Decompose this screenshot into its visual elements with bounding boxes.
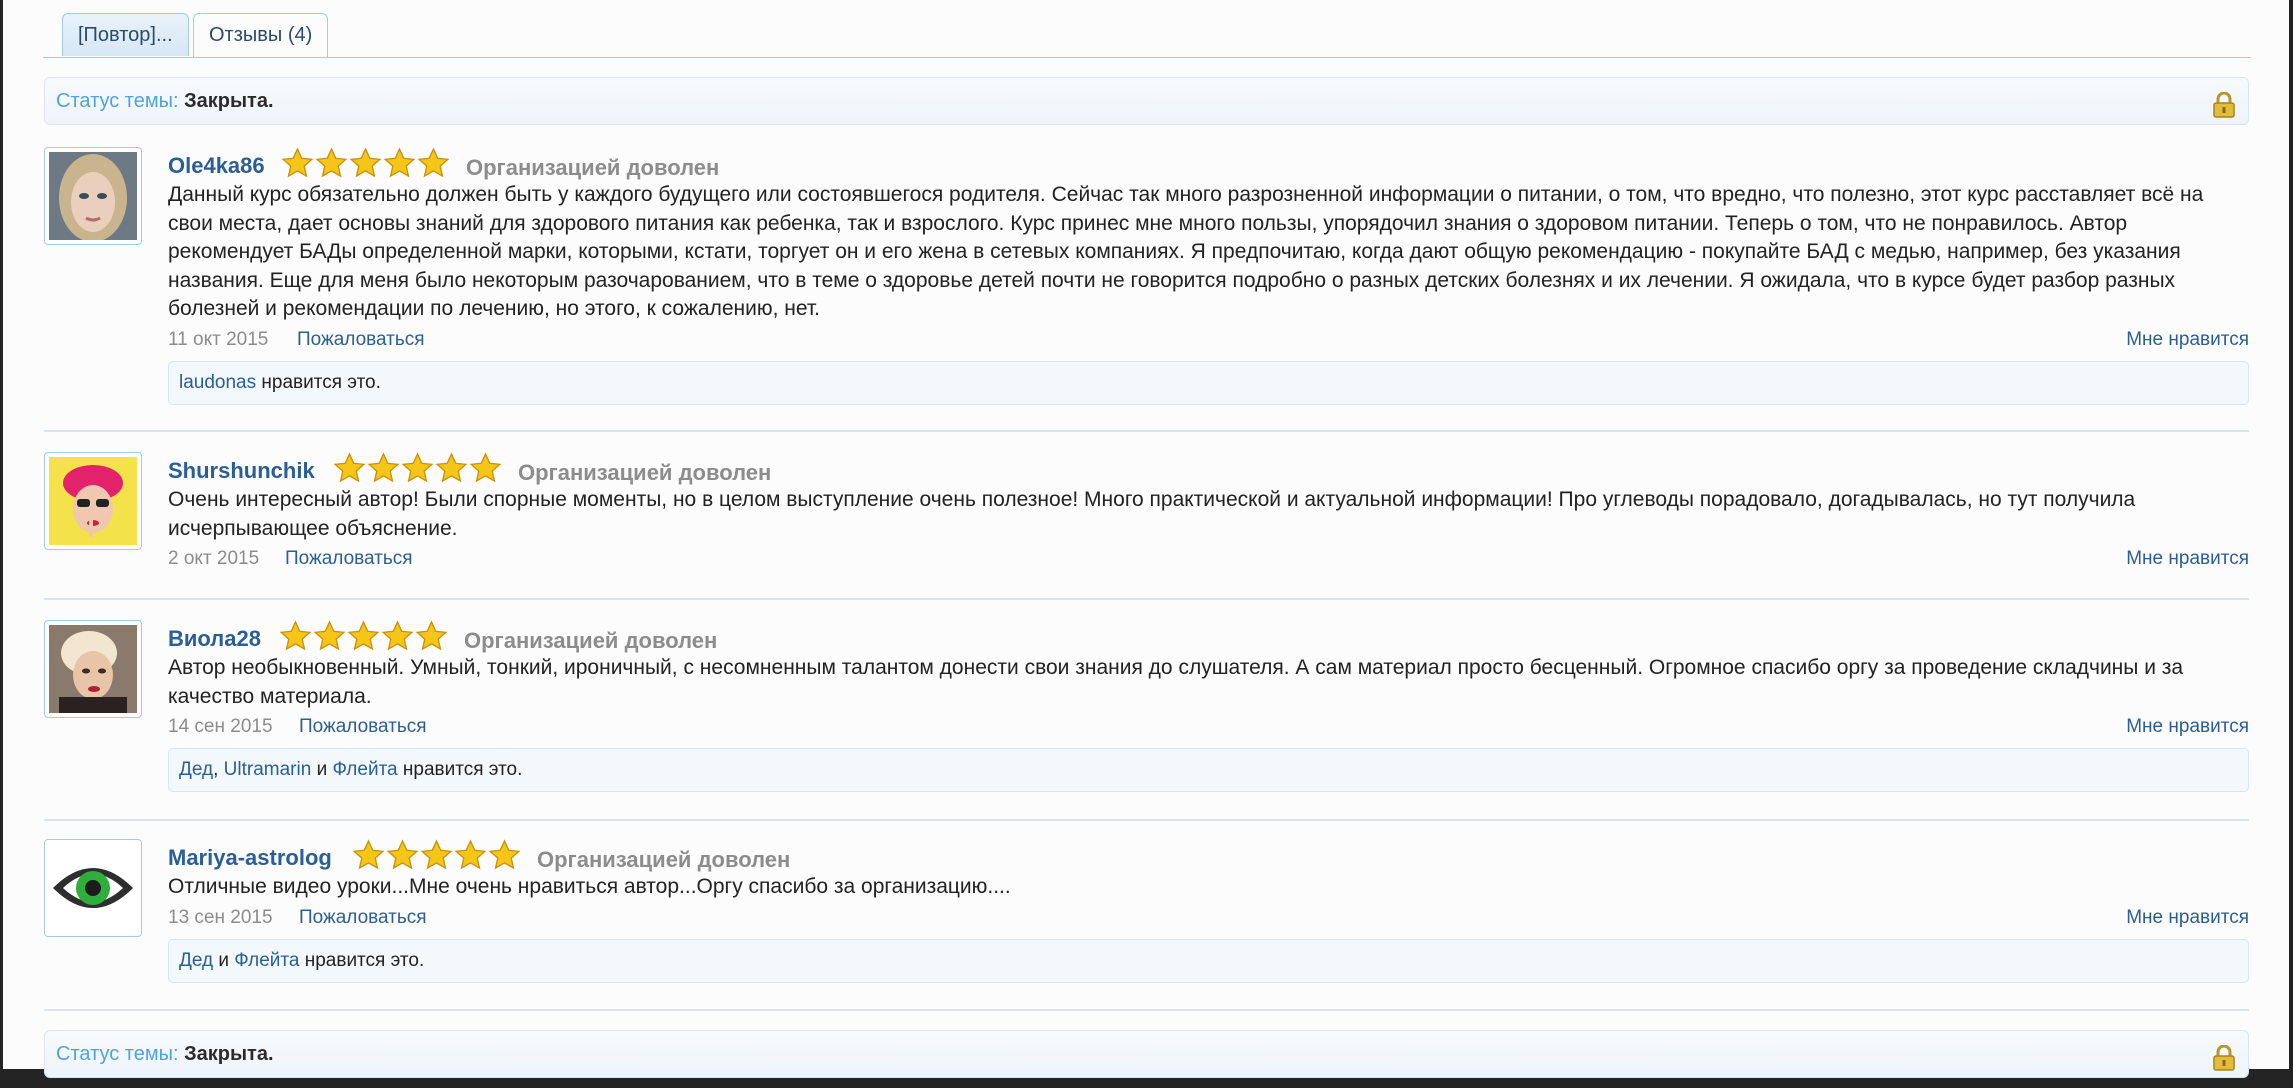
post-divider	[44, 819, 2249, 821]
lock-icon	[2212, 89, 2236, 118]
lock-icon	[2212, 1042, 2236, 1071]
liker-link[interactable]: Ultramarin	[224, 759, 312, 780]
rating-stars	[333, 452, 502, 486]
likes-summary: laudonas нравится это.	[168, 360, 2249, 405]
rating-stars	[281, 147, 450, 181]
star-icon	[367, 452, 400, 483]
star-icon	[349, 147, 382, 178]
report-link[interactable]: Пожаловаться	[299, 716, 427, 738]
like-link[interactable]: Мне нравится	[2126, 716, 2249, 738]
thread-status-top: Статус темы: Закрыта.	[44, 77, 2249, 125]
avatar[interactable]	[44, 147, 142, 245]
avatar[interactable]	[44, 839, 142, 937]
star-icon	[415, 620, 448, 651]
rating-stars	[352, 839, 521, 873]
star-icon	[401, 452, 434, 483]
star-icon	[315, 147, 348, 178]
post-meta: 14 сен 2015 Пожаловаться Мне нравится	[168, 711, 2249, 741]
star-icon	[420, 839, 453, 870]
star-icon	[488, 839, 521, 870]
post-divider	[44, 598, 2249, 600]
tab-previous[interactable]: [Повтор]...	[62, 13, 189, 56]
status-label: Статус темы:	[56, 1043, 179, 1065]
liker-link[interactable]: Флейта	[234, 950, 299, 971]
username[interactable]: Ole4ka86	[168, 153, 265, 179]
liker-link[interactable]: Дед	[179, 950, 213, 971]
page: [Повтор]... Отзывы (4) Статус темы: Закр…	[3, 0, 2289, 1078]
liker-link[interactable]: Дед	[179, 759, 213, 780]
post-text: Очень интересный автор! Были спорные мом…	[168, 488, 2136, 540]
thread-status-bottom: Статус темы: Закрыта.	[44, 1030, 2249, 1078]
post-body: Ole4ka86 Организацией доволен Данный кур…	[168, 147, 2249, 405]
tab-reviews[interactable]: Отзывы (4)	[193, 13, 329, 57]
post-text: Данный курс обязательно должен быть у ка…	[168, 183, 2204, 320]
star-icon	[281, 147, 314, 178]
username[interactable]: Mariya-astrolog	[168, 845, 332, 871]
username[interactable]: Виола28	[168, 626, 261, 652]
post-body: Виола28 Организацией доволен Автор необы…	[168, 620, 2249, 792]
star-icon	[352, 839, 385, 870]
likes-summary: Дед и Флейта нравится это.	[168, 938, 2249, 983]
like-link[interactable]: Мне нравится	[2126, 907, 2249, 929]
rating-text: Организацией доволен	[464, 628, 718, 653]
star-icon	[383, 147, 416, 178]
rating-text: Организацией доволен	[466, 155, 720, 180]
liker-link[interactable]: Флейта	[332, 759, 397, 780]
username[interactable]: Shurshunchik	[168, 458, 315, 484]
star-icon	[469, 452, 502, 483]
star-icon	[347, 620, 380, 651]
liker-link[interactable]: laudonas	[179, 372, 256, 393]
post-body: Shurshunchik Организацией доволен Очень …	[168, 452, 2249, 573]
likes-summary: Дед, Ultramarin и Флейта нравится это.	[168, 748, 2249, 792]
rating-text: Организацией доволен	[518, 460, 772, 485]
status-value: Закрыта.	[184, 90, 274, 112]
tab-bar: [Повтор]... Отзывы (4)	[43, 0, 2251, 58]
post-date[interactable]: 14 сен 2015	[168, 716, 273, 738]
avatar[interactable]	[44, 620, 142, 718]
like-link[interactable]: Мне нравится	[2126, 548, 2249, 570]
post-date[interactable]: 13 сен 2015	[168, 907, 273, 929]
star-icon	[333, 452, 366, 483]
post-meta: 11 окт 2015 Пожаловаться Мне нравится	[168, 324, 2249, 354]
star-icon	[313, 620, 346, 651]
report-link[interactable]: Пожаловаться	[297, 329, 425, 351]
status-value: Закрыта.	[184, 1043, 274, 1065]
report-link[interactable]: Пожаловаться	[299, 907, 427, 929]
star-icon	[386, 839, 419, 870]
star-icon	[381, 620, 414, 651]
report-link[interactable]: Пожаловаться	[285, 548, 413, 570]
star-icon	[435, 452, 468, 483]
post-text: Автор необыкновенный. Умный, тонкий, иро…	[168, 656, 2184, 708]
post-divider	[44, 430, 2249, 432]
post-meta: 2 окт 2015 Пожаловаться Мне нравится	[168, 543, 2249, 573]
status-label: Статус темы:	[56, 90, 179, 112]
post-divider	[44, 1009, 2249, 1011]
avatar[interactable]	[44, 452, 142, 550]
post-meta: 13 сен 2015 Пожаловаться Мне нравится	[168, 902, 2249, 932]
star-icon	[417, 147, 450, 178]
rating-text: Организацией доволен	[537, 847, 791, 872]
like-link[interactable]: Мне нравится	[2126, 329, 2249, 351]
post-body: Mariya-astrolog Организацией доволен Отл…	[168, 839, 2249, 983]
star-icon	[279, 620, 312, 651]
post-date[interactable]: 11 окт 2015	[168, 329, 268, 351]
star-icon	[454, 839, 487, 870]
post-date[interactable]: 2 окт 2015	[168, 548, 259, 570]
rating-stars	[279, 620, 448, 654]
post-text: Отличные видео уроки...Мне очень нравить…	[168, 875, 1011, 898]
